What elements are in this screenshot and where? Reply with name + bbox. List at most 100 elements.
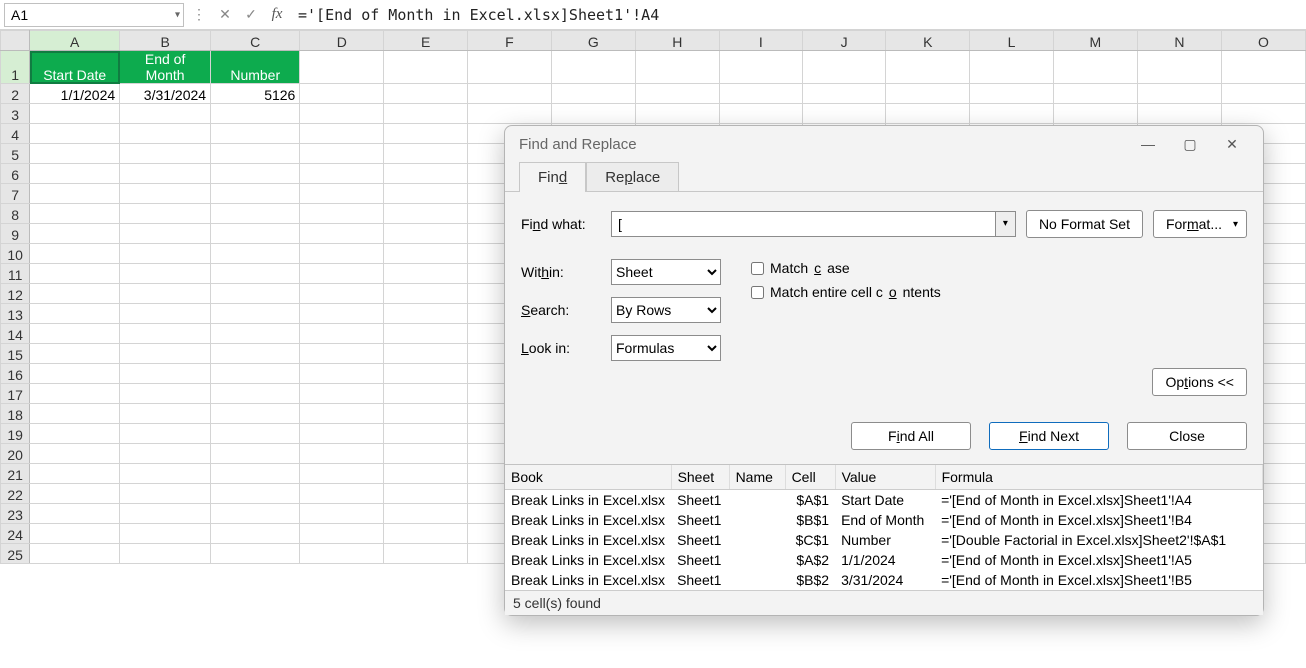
cell-C22[interactable]: [211, 484, 300, 504]
cell-A22[interactable]: [30, 484, 120, 504]
cell-E3[interactable]: [384, 104, 468, 124]
cell-D2[interactable]: [300, 84, 384, 104]
cell-E13[interactable]: [384, 304, 468, 324]
row-head-16[interactable]: 16: [1, 364, 30, 384]
cell-E25[interactable]: [384, 544, 468, 564]
cell-L1[interactable]: [970, 51, 1054, 84]
cell-K3[interactable]: [886, 104, 970, 124]
cell-C19[interactable]: [211, 424, 300, 444]
cell-A23[interactable]: [30, 504, 120, 524]
tab-replace[interactable]: Replace: [586, 162, 679, 192]
cell-A12[interactable]: [30, 284, 120, 304]
cell-B8[interactable]: [120, 204, 211, 224]
cell-C8[interactable]: [211, 204, 300, 224]
col-sheet[interactable]: Sheet: [671, 465, 729, 490]
cell-B3[interactable]: [120, 104, 211, 124]
cell-A25[interactable]: [30, 544, 120, 564]
name-box[interactable]: ▾: [4, 3, 184, 27]
cell-J3[interactable]: [802, 104, 886, 124]
row-head-4[interactable]: 4: [1, 124, 30, 144]
cell-B1[interactable]: End of Month: [120, 51, 211, 84]
lookin-select[interactable]: Formulas: [611, 335, 721, 361]
result-row[interactable]: Break Links in Excel.xlsx Sheet1 $B$2 3/…: [505, 570, 1263, 590]
col-head-B[interactable]: B: [120, 31, 211, 51]
cell-C14[interactable]: [211, 324, 300, 344]
match-entire-check[interactable]: Match entire cell contents: [751, 284, 941, 300]
cell-C23[interactable]: [211, 504, 300, 524]
col-head-J[interactable]: J: [802, 31, 886, 51]
cell-C7[interactable]: [211, 184, 300, 204]
format-button[interactable]: Format...: [1153, 210, 1247, 238]
cell-C10[interactable]: [211, 244, 300, 264]
cell-D23[interactable]: [300, 504, 384, 524]
cell-D4[interactable]: [300, 124, 384, 144]
fx-icon[interactable]: fx: [266, 6, 288, 23]
cell-E22[interactable]: [384, 484, 468, 504]
cell-L3[interactable]: [970, 104, 1054, 124]
row-head-15[interactable]: 15: [1, 344, 30, 364]
cancel-icon[interactable]: ✕: [214, 6, 236, 23]
cell-D9[interactable]: [300, 224, 384, 244]
cell-D16[interactable]: [300, 364, 384, 384]
cell-E16[interactable]: [384, 364, 468, 384]
cell-E21[interactable]: [384, 464, 468, 484]
cell-C24[interactable]: [211, 524, 300, 544]
cell-C4[interactable]: [211, 124, 300, 144]
cell-A3[interactable]: [30, 104, 120, 124]
find-what-dropdown[interactable]: ▾: [996, 211, 1016, 237]
cell-D7[interactable]: [300, 184, 384, 204]
search-select[interactable]: By Rows: [611, 297, 721, 323]
cell-B2[interactable]: 3/31/2024: [120, 84, 211, 104]
result-row[interactable]: Break Links in Excel.xlsx Sheet1 $A$2 1/…: [505, 550, 1263, 570]
col-head-G[interactable]: G: [551, 31, 635, 51]
col-head-E[interactable]: E: [384, 31, 468, 51]
cell-C11[interactable]: [211, 264, 300, 284]
cell-C16[interactable]: [211, 364, 300, 384]
cell-B4[interactable]: [120, 124, 211, 144]
row-head-2[interactable]: 2: [1, 84, 30, 104]
cell-E5[interactable]: [384, 144, 468, 164]
cell-E24[interactable]: [384, 524, 468, 544]
cell-A16[interactable]: [30, 364, 120, 384]
cell-A9[interactable]: [30, 224, 120, 244]
maximize-icon[interactable]: ▢: [1169, 136, 1211, 153]
col-head-I[interactable]: I: [719, 31, 802, 51]
cell-B21[interactable]: [120, 464, 211, 484]
cell-C25[interactable]: [211, 544, 300, 564]
cell-E12[interactable]: [384, 284, 468, 304]
find-next-button[interactable]: Find Next: [989, 422, 1109, 450]
cell-C3[interactable]: [211, 104, 300, 124]
cell-A6[interactable]: [30, 164, 120, 184]
result-row[interactable]: Break Links in Excel.xlsx Sheet1 $B$1 En…: [505, 510, 1263, 530]
cell-H3[interactable]: [635, 104, 719, 124]
cell-A5[interactable]: [30, 144, 120, 164]
row-head-20[interactable]: 20: [1, 444, 30, 464]
row-head-8[interactable]: 8: [1, 204, 30, 224]
col-head-C[interactable]: C: [211, 31, 300, 51]
cell-G2[interactable]: [551, 84, 635, 104]
cell-E4[interactable]: [384, 124, 468, 144]
col-head-N[interactable]: N: [1137, 31, 1221, 51]
cell-A20[interactable]: [30, 444, 120, 464]
cell-L2[interactable]: [970, 84, 1054, 104]
cell-B11[interactable]: [120, 264, 211, 284]
cell-E6[interactable]: [384, 164, 468, 184]
cell-F1[interactable]: [468, 51, 552, 84]
cell-A4[interactable]: [30, 124, 120, 144]
cell-E1[interactable]: [384, 51, 468, 84]
cell-D12[interactable]: [300, 284, 384, 304]
cell-A13[interactable]: [30, 304, 120, 324]
result-row[interactable]: Break Links in Excel.xlsx Sheet1 $C$1 Nu…: [505, 530, 1263, 550]
cell-E14[interactable]: [384, 324, 468, 344]
col-head-K[interactable]: K: [886, 31, 970, 51]
col-head-F[interactable]: F: [468, 31, 552, 51]
row-head-12[interactable]: 12: [1, 284, 30, 304]
minimize-icon[interactable]: —: [1127, 136, 1169, 152]
cell-B16[interactable]: [120, 364, 211, 384]
cell-G1[interactable]: [551, 51, 635, 84]
select-all-corner[interactable]: [1, 31, 30, 51]
cell-K1[interactable]: [886, 51, 970, 84]
cell-A17[interactable]: [30, 384, 120, 404]
cell-D11[interactable]: [300, 264, 384, 284]
row-head-11[interactable]: 11: [1, 264, 30, 284]
